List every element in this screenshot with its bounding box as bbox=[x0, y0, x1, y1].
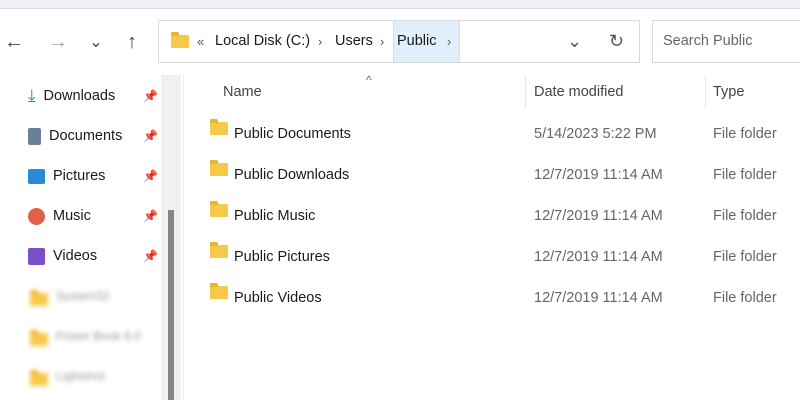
file-row[interactable]: Public Downloads 12/7/2019 11:14 AM File… bbox=[208, 160, 800, 187]
column-header-type[interactable]: Type bbox=[713, 80, 744, 104]
search-input[interactable]: Search Public bbox=[652, 20, 800, 63]
folder-icon bbox=[210, 242, 228, 258]
folder-icon bbox=[210, 119, 228, 135]
file-row[interactable]: Public Pictures 12/7/2019 11:14 AM File … bbox=[208, 242, 800, 269]
sidebar-item-documents[interactable]: Documents 📌 bbox=[28, 124, 158, 148]
file-row[interactable]: Public Videos 12/7/2019 11:14 AM File fo… bbox=[208, 283, 800, 310]
pin-icon: 📌 bbox=[143, 209, 158, 223]
sidebar-item-label: Documents bbox=[49, 128, 123, 144]
folder-icon bbox=[210, 160, 228, 176]
breadcrumb-public-label[interactable]: Public bbox=[397, 21, 437, 62]
file-date-modified: 12/7/2019 11:14 AM bbox=[534, 249, 663, 265]
breadcrumb-separator[interactable]: › bbox=[380, 21, 384, 62]
file-name: Public Videos bbox=[234, 290, 322, 306]
file-name: Public Downloads bbox=[234, 167, 350, 183]
breadcrumb-local-disk[interactable]: Local Disk (C:) bbox=[215, 21, 310, 62]
breadcrumb-users[interactable]: Users bbox=[335, 21, 373, 62]
pin-icon: 📌 bbox=[143, 249, 158, 263]
sidebar-item-label: Music bbox=[53, 208, 91, 224]
file-type: File folder bbox=[713, 167, 777, 183]
address-dropdown-button[interactable]: ⌄ bbox=[567, 21, 582, 62]
folder-icon bbox=[28, 368, 48, 386]
pictures-icon bbox=[28, 168, 45, 184]
sidebar-item-label: Power Book 8.0 bbox=[56, 329, 141, 343]
column-divider[interactable] bbox=[705, 75, 706, 108]
file-name: Public Music bbox=[234, 208, 316, 224]
file-date-modified: 12/7/2019 11:14 AM bbox=[534, 167, 663, 183]
file-type: File folder bbox=[713, 208, 777, 224]
sidebar-item-label: Downloads bbox=[43, 88, 116, 104]
pane-divider[interactable] bbox=[183, 75, 184, 400]
folder-icon bbox=[210, 201, 228, 217]
folder-icon bbox=[210, 283, 228, 299]
up-button[interactable]: ↑ bbox=[120, 28, 144, 56]
sidebar-item-power-book[interactable]: Power Book 8.0 bbox=[28, 324, 158, 348]
sidebar-item-pictures[interactable]: Pictures 📌 bbox=[28, 164, 158, 188]
refresh-button[interactable]: ↻ bbox=[609, 21, 624, 62]
address-bar[interactable]: « Local Disk (C:) › Users › Public › ⌄ ↻ bbox=[158, 20, 640, 63]
recent-locations-button[interactable]: ⌄ bbox=[84, 28, 108, 56]
sidebar-item-music[interactable]: Music 📌 bbox=[28, 204, 158, 228]
overflow-button[interactable]: « bbox=[197, 21, 204, 62]
forward-button[interactable]: → bbox=[46, 28, 70, 56]
music-icon bbox=[28, 207, 45, 225]
sort-ascending-icon: ^ bbox=[366, 73, 372, 87]
file-date-modified: 5/14/2023 5:22 PM bbox=[534, 126, 657, 142]
file-type: File folder bbox=[713, 126, 777, 142]
title-strip bbox=[0, 0, 800, 9]
sidebar-item-label: Lightshot bbox=[56, 369, 105, 383]
sidebar-item-label: Videos bbox=[53, 248, 98, 264]
pin-icon: 📌 bbox=[143, 89, 158, 103]
column-divider[interactable] bbox=[525, 75, 526, 108]
videos-icon bbox=[28, 247, 45, 265]
file-date-modified: 12/7/2019 11:14 AM bbox=[534, 290, 663, 306]
file-name: Public Pictures bbox=[234, 249, 330, 265]
sidebar-item-downloads[interactable]: ⤓ Downloads 📌 bbox=[28, 84, 158, 108]
back-button[interactable]: ← bbox=[2, 28, 26, 56]
folder-icon bbox=[28, 328, 48, 346]
file-name: Public Documents bbox=[234, 126, 351, 142]
folder-icon bbox=[171, 32, 189, 48]
folder-icon bbox=[28, 288, 48, 306]
sidebar-item-system32[interactable]: System32 bbox=[28, 284, 158, 308]
pin-icon: 📌 bbox=[143, 169, 158, 183]
file-row[interactable]: Public Documents 5/14/2023 5:22 PM File … bbox=[208, 119, 800, 146]
sidebar-item-label: Pictures bbox=[53, 168, 106, 184]
column-header-date-modified[interactable]: Date modified bbox=[534, 80, 623, 104]
download-icon: ⤓ bbox=[28, 86, 36, 105]
breadcrumb-separator[interactable]: › bbox=[447, 21, 451, 62]
sidebar-item-lightshot[interactable]: Lightshot bbox=[28, 364, 158, 388]
sidebar-scrollbar-thumb[interactable] bbox=[168, 210, 174, 400]
file-date-modified: 12/7/2019 11:14 AM bbox=[534, 208, 663, 224]
file-row[interactable]: Public Music 12/7/2019 11:14 AM File fol… bbox=[208, 201, 800, 228]
column-header-name[interactable]: Name bbox=[223, 80, 262, 104]
breadcrumb-separator[interactable]: › bbox=[318, 21, 322, 62]
sidebar-item-label: System32 bbox=[56, 289, 110, 303]
document-icon bbox=[28, 127, 41, 145]
sidebar-item-videos[interactable]: Videos 📌 bbox=[28, 244, 158, 268]
file-type: File folder bbox=[713, 290, 777, 306]
file-type: File folder bbox=[713, 249, 777, 265]
pin-icon: 📌 bbox=[143, 129, 158, 143]
